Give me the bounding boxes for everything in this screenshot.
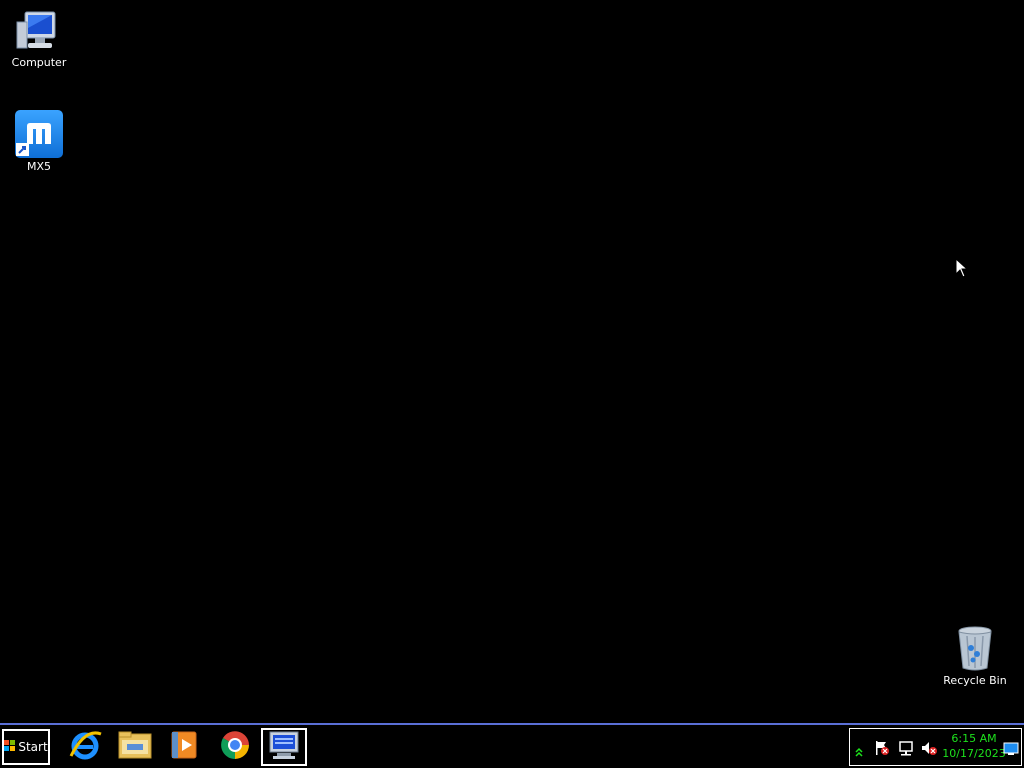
- chrome-icon: [219, 729, 251, 765]
- taskbar-file-explorer[interactable]: [112, 728, 158, 766]
- show-desktop-icon[interactable]: [1003, 741, 1019, 760]
- mx5-desktop-icon[interactable]: MX5: [0, 110, 79, 173]
- clock-time: 6:15 AM: [951, 732, 997, 745]
- taskbar-chrome[interactable]: [212, 728, 258, 766]
- desktop[interactable]: { "desktop": { "icons": [ {"label": "Com…: [0, 0, 1024, 768]
- system-tray: 6:15 AM 10/17/2023: [849, 728, 1022, 766]
- computer-icon: [15, 10, 63, 54]
- taskbar-media-player[interactable]: [161, 728, 207, 766]
- volume-muted-icon[interactable]: [921, 740, 937, 760]
- action-center-flag-icon[interactable]: [874, 740, 890, 760]
- taskbar-remote-desktop[interactable]: [261, 728, 307, 766]
- start-label: Start: [18, 740, 48, 754]
- media-player-icon: [170, 730, 198, 764]
- recycle-bin-icon: [955, 626, 995, 672]
- windows-logo-icon: [4, 739, 16, 755]
- clock[interactable]: 6:15 AM 10/17/2023: [942, 731, 1006, 761]
- show-hidden-icons-chevron-icon[interactable]: [855, 742, 863, 761]
- file-explorer-icon: [118, 730, 152, 764]
- computer-label: Computer: [11, 56, 67, 69]
- network-icon[interactable]: [898, 740, 914, 760]
- taskbar-internet-explorer[interactable]: [62, 728, 108, 766]
- recycle-bin-desktop-icon[interactable]: Recycle Bin: [935, 626, 1015, 687]
- start-button[interactable]: Start: [2, 729, 50, 765]
- internet-explorer-icon: [68, 728, 102, 766]
- taskbar: Start 6:15 AM 10/17/2023: [0, 723, 1024, 768]
- computer-desktop-icon[interactable]: Computer: [0, 10, 79, 69]
- mx5-icon: [15, 110, 63, 158]
- clock-date: 10/17/2023: [942, 747, 1006, 760]
- remote-desktop-icon: [267, 729, 301, 765]
- mx5-label: MX5: [26, 160, 52, 173]
- mouse-cursor-icon: [955, 257, 969, 282]
- recycle-bin-label: Recycle Bin: [943, 674, 1007, 687]
